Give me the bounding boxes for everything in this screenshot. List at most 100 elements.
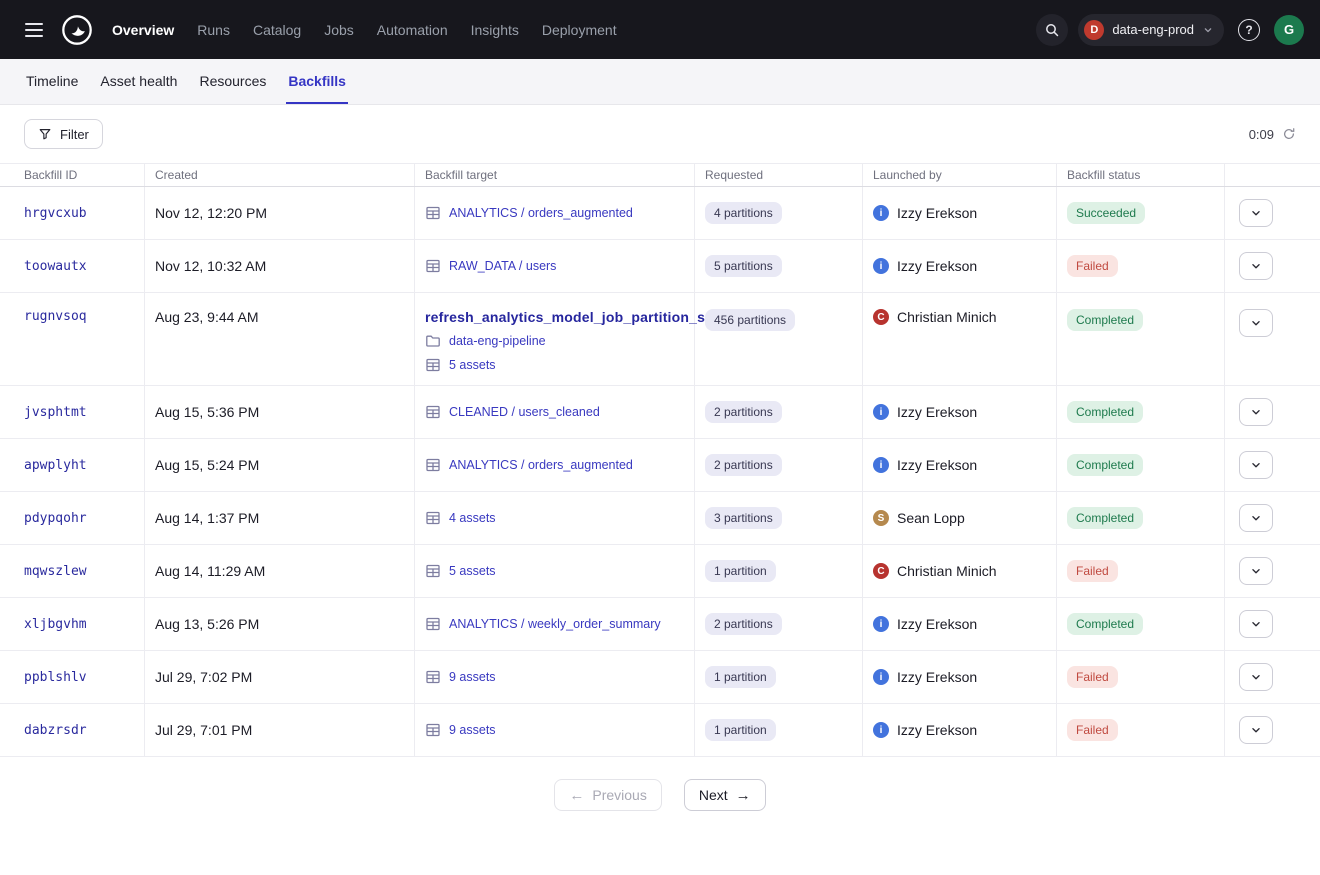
deployment-switcher[interactable]: D data-eng-prod: [1078, 14, 1224, 46]
deployment-initial-badge: D: [1084, 20, 1104, 40]
nav-item-automation[interactable]: Automation: [377, 22, 448, 38]
launched-by-avatar: i: [873, 616, 889, 632]
created-timestamp: Aug 14, 1:37 PM: [155, 510, 259, 526]
row-actions-button[interactable]: [1239, 716, 1273, 744]
asset-table-icon: [425, 205, 441, 221]
refresh-icon[interactable]: [1282, 127, 1296, 141]
launched-by-name: Christian Minich: [897, 563, 997, 579]
backfill-target-link[interactable]: 9 assets: [449, 670, 496, 684]
requested-badge: 2 partitions: [705, 454, 782, 476]
backfill-id-link[interactable]: apwplyht: [24, 458, 87, 473]
row-actions-button[interactable]: [1239, 451, 1273, 479]
status-badge: Failed: [1067, 560, 1118, 582]
created-timestamp: Nov 12, 10:32 AM: [155, 258, 266, 274]
backfill-id-link[interactable]: xljbgvhm: [24, 617, 87, 632]
launched-by-avatar: i: [873, 457, 889, 473]
backfill-id-link[interactable]: ppblshlv: [24, 670, 87, 685]
asset-table-icon: [425, 457, 441, 473]
backfill-id-link[interactable]: pdypqohr: [24, 511, 87, 526]
row-actions-button[interactable]: [1239, 663, 1273, 691]
created-timestamp: Aug 13, 5:26 PM: [155, 616, 259, 632]
launched-by-avatar: i: [873, 404, 889, 420]
assets-count-link[interactable]: 5 assets: [449, 358, 496, 372]
backfill-target-link[interactable]: 4 assets: [449, 511, 496, 525]
requested-badge: 1 partition: [705, 719, 776, 741]
backfill-id-link[interactable]: hrgvcxub: [24, 206, 87, 221]
pipeline-link[interactable]: data-eng-pipeline: [449, 334, 546, 348]
chevron-down-icon: [1249, 617, 1263, 631]
table-row: rugnvsoq Aug 23, 9:44 AM refresh_analytics…: [0, 293, 1320, 386]
row-actions-button[interactable]: [1239, 252, 1273, 280]
backfill-target-link[interactable]: ANALYTICS / orders_augmented: [449, 206, 633, 220]
launched-by-avatar: i: [873, 258, 889, 274]
chevron-down-icon: [1249, 206, 1263, 220]
launched-by-name: Izzy Erekson: [897, 404, 977, 420]
previous-page-label: Previous: [592, 787, 646, 803]
row-actions-button[interactable]: [1239, 557, 1273, 585]
user-avatar[interactable]: G: [1274, 15, 1304, 45]
backfill-id-link[interactable]: dabzrsdr: [24, 723, 87, 738]
requested-badge: 1 partition: [705, 560, 776, 582]
table-row: toowautx Nov 12, 10:32 AM RAW_DATA / users…: [0, 240, 1320, 293]
backfill-target-link[interactable]: 5 assets: [449, 564, 496, 578]
status-badge: Completed: [1067, 613, 1143, 635]
backfill-target-link[interactable]: ANALYTICS / orders_augmented: [449, 458, 633, 472]
search-button[interactable]: [1036, 14, 1068, 46]
filter-button[interactable]: Filter: [24, 119, 103, 149]
next-page-label: Next: [699, 787, 728, 803]
status-badge: Succeeded: [1067, 202, 1145, 224]
tab-backfills[interactable]: Backfills: [286, 59, 348, 104]
filter-button-label: Filter: [60, 127, 89, 142]
nav-item-catalog[interactable]: Catalog: [253, 22, 301, 38]
launched-by-name: Izzy Erekson: [897, 258, 977, 274]
launched-by-name: Izzy Erekson: [897, 616, 977, 632]
tab-asset-health[interactable]: Asset health: [98, 59, 179, 104]
nav-item-jobs[interactable]: Jobs: [324, 22, 354, 38]
backfill-target-link[interactable]: RAW_DATA / users: [449, 259, 556, 273]
top-navbar: Overview Runs Catalog Jobs Automation Insight…: [0, 0, 1320, 59]
table-row: hrgvcxub Nov 12, 12:20 PM ANALYTICS / orde…: [0, 187, 1320, 240]
requested-badge: 4 partitions: [705, 202, 782, 224]
nav-item-insights[interactable]: Insights: [471, 22, 519, 38]
row-actions-button[interactable]: [1239, 610, 1273, 638]
created-timestamp: Aug 15, 5:24 PM: [155, 457, 259, 473]
requested-badge: 456 partitions: [705, 309, 795, 331]
asset-table-icon: [425, 616, 441, 632]
row-actions-button[interactable]: [1239, 504, 1273, 532]
launched-by-avatar: C: [873, 309, 889, 325]
navbar-right: D data-eng-prod ? G: [1036, 14, 1304, 46]
column-header-requested: Requested: [695, 164, 863, 186]
created-timestamp: Aug 14, 11:29 AM: [155, 563, 265, 579]
backfill-target-link[interactable]: CLEANED / users_cleaned: [449, 405, 600, 419]
arrow-left-icon: ←: [569, 788, 584, 803]
backfill-target-job-link[interactable]: refresh_analytics_model_job_partition_se…: [425, 309, 718, 325]
launched-by-avatar: i: [873, 722, 889, 738]
tab-bar: Timeline Asset health Resources Backfills: [0, 59, 1320, 105]
primary-nav: Overview Runs Catalog Jobs Automation Insight…: [112, 22, 617, 38]
tab-resources[interactable]: Resources: [197, 59, 268, 104]
launched-by-avatar: i: [873, 205, 889, 221]
backfill-id-link[interactable]: rugnvsoq: [24, 309, 87, 324]
status-badge: Completed: [1067, 454, 1143, 476]
row-actions-button[interactable]: [1239, 398, 1273, 426]
tab-timeline[interactable]: Timeline: [24, 59, 80, 104]
created-timestamp: Nov 12, 12:20 PM: [155, 205, 267, 221]
nav-item-deployment[interactable]: Deployment: [542, 22, 617, 38]
previous-page-button[interactable]: ← Previous: [554, 779, 661, 811]
backfill-id-link[interactable]: jvsphtmt: [24, 405, 87, 420]
asset-table-icon: [425, 510, 441, 526]
backfill-id-link[interactable]: toowautx: [24, 259, 87, 274]
backfill-target-link[interactable]: 9 assets: [449, 723, 496, 737]
help-button[interactable]: ?: [1234, 15, 1264, 45]
next-page-button[interactable]: Next →: [684, 779, 766, 811]
backfill-id-link[interactable]: mqwszlew: [24, 564, 87, 579]
created-timestamp: Aug 23, 9:44 AM: [155, 309, 259, 325]
row-actions-button[interactable]: [1239, 309, 1273, 337]
status-badge: Failed: [1067, 255, 1118, 277]
nav-item-overview[interactable]: Overview: [112, 22, 174, 38]
nav-item-runs[interactable]: Runs: [197, 22, 230, 38]
launched-by-name: Christian Minich: [897, 309, 997, 325]
backfill-target-link[interactable]: ANALYTICS / weekly_order_summary: [449, 617, 661, 631]
hamburger-menu-button[interactable]: [16, 12, 52, 48]
row-actions-button[interactable]: [1239, 199, 1273, 227]
